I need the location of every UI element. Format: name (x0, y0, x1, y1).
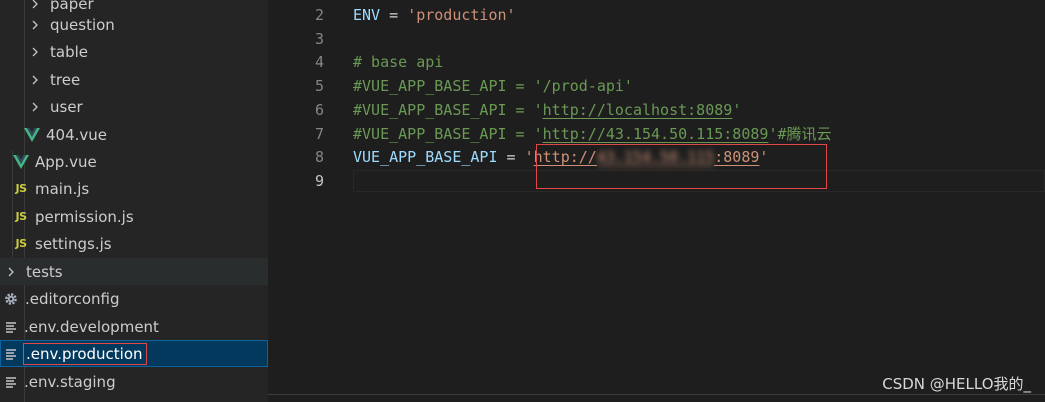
text-file-icon (6, 348, 18, 360)
tree-item-user[interactable]: user (0, 93, 268, 120)
tree-item-permission-js[interactable]: JS permission.js (0, 203, 268, 230)
tree-item-label: permission.js (35, 207, 134, 226)
javascript-icon: JS (15, 237, 27, 250)
tree-item-settings-js[interactable]: JS settings.js (0, 230, 268, 257)
tree-item-404-vue[interactable]: 404.vue (0, 121, 268, 148)
tree-item-label: App.vue (35, 152, 97, 171)
tree-item-tests[interactable]: tests (0, 258, 268, 285)
line-number: 5 (314, 77, 324, 95)
vue-icon (13, 154, 29, 169)
panel-divider (268, 394, 1045, 395)
tree-item-label: table (50, 42, 88, 61)
javascript-icon: JS (15, 182, 27, 195)
equals: = (380, 6, 408, 24)
tree-item-table[interactable]: table (0, 38, 268, 65)
line-number-active: 9 (314, 172, 324, 190)
tree-item-label: .env.staging (24, 372, 116, 391)
line-number: 3 (314, 30, 324, 48)
code-line-5[interactable]: #VUE_APP_BASE_API = '/prod-api' (353, 74, 633, 98)
env-value: 'production' (407, 6, 516, 24)
javascript-icon: JS (15, 210, 27, 223)
tree-item-label: .env.development (24, 317, 159, 336)
chevron-right-icon (28, 73, 42, 87)
comment-suffix: '#腾讯云 (768, 125, 832, 143)
vue-icon (24, 127, 40, 142)
code-line-4[interactable]: # base api (353, 50, 443, 74)
text-file-icon (6, 321, 18, 333)
comment-prefix: #VUE_APP_BASE_API = ' (353, 101, 543, 119)
line-number: 8 (314, 148, 324, 166)
env-key: ENV (353, 6, 381, 24)
highlight-box (536, 144, 827, 189)
comment-prefix: #VUE_APP_BASE_API = ' (353, 125, 543, 143)
watermark: CSDN @HELLO我的_ (882, 375, 1031, 393)
tree-item-label: tests (26, 262, 63, 281)
equals: = (497, 148, 525, 166)
chevron-right-icon (28, 18, 42, 32)
tree-item-env-production[interactable]: .env.production (0, 340, 268, 367)
tree-item-editorconfig[interactable]: .editorconfig (0, 285, 268, 312)
tree-item-label: main.js (35, 179, 90, 198)
tree-item-label: settings.js (35, 234, 112, 253)
chevron-right-icon (28, 45, 42, 59)
chevron-right-icon (4, 265, 18, 279)
line-number: 2 (314, 6, 324, 24)
tree-item-label: .editorconfig (25, 289, 120, 308)
tree-item-label: .env.production (23, 342, 147, 365)
quote: ' (524, 148, 534, 166)
tree-item-app-vue[interactable]: App.vue (0, 148, 268, 175)
line-number: 7 (314, 125, 324, 143)
tree-item-label: question (50, 15, 115, 34)
env-key: VUE_APP_BASE_API (353, 148, 498, 166)
chevron-right-icon (28, 100, 42, 114)
tree-item-env-development[interactable]: .env.development (0, 313, 268, 340)
tree-item-label: user (50, 97, 83, 116)
code-line-7[interactable]: #VUE_APP_BASE_API = 'http://43.154.50.11… (353, 122, 832, 146)
comment-url[interactable]: http://43.154.50.115:8089 (543, 125, 769, 143)
tree-item-main-js[interactable]: JS main.js (0, 175, 268, 202)
text-file-icon (6, 376, 18, 388)
tree-item-tree[interactable]: tree (0, 66, 268, 93)
tree-item-question[interactable]: question (0, 11, 268, 38)
line-number: 4 (314, 53, 324, 71)
chevron-right-icon (28, 0, 42, 11)
file-explorer: paper question table tree user 404.vue A… (0, 0, 268, 402)
line-number: 6 (314, 101, 324, 119)
tree-item-label: 404.vue (46, 125, 108, 144)
gear-icon (3, 291, 19, 307)
comment-suffix: ' (732, 101, 742, 119)
code-editor[interactable]: 2 3 4 5 6 7 8 9 ENV = 'production' # bas… (268, 0, 1045, 402)
tree-item-label: tree (50, 70, 81, 89)
tree-item-env-staging[interactable]: .env.staging (0, 368, 268, 395)
comment-url[interactable]: http://localhost:8089 (543, 101, 733, 119)
code-line-2[interactable]: ENV = 'production' (353, 3, 516, 27)
code-line-6[interactable]: #VUE_APP_BASE_API = 'http://localhost:80… (353, 98, 741, 122)
